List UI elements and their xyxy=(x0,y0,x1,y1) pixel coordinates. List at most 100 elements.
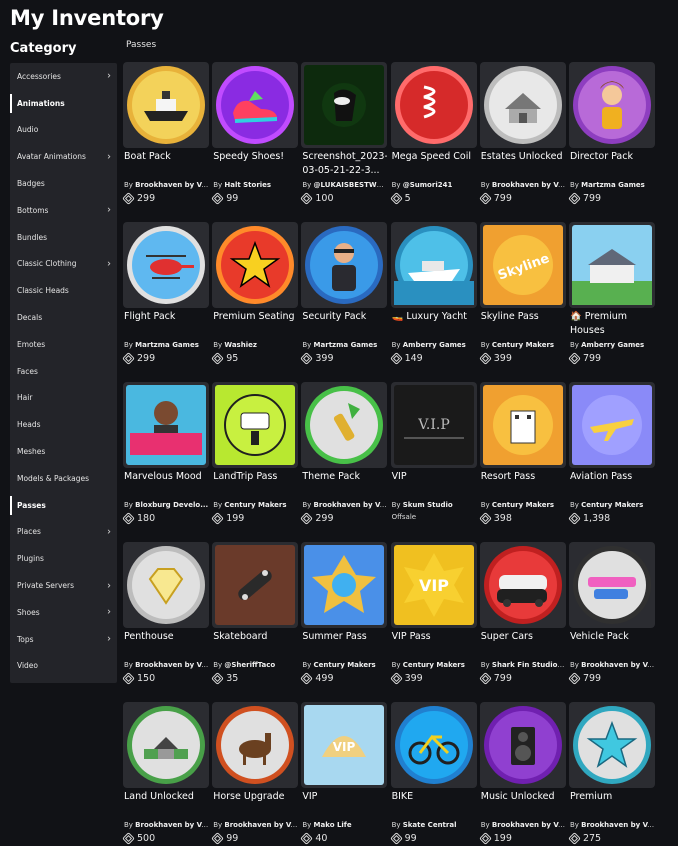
inventory-card[interactable]: Skateboard By @SheriffTaco 35 xyxy=(211,542,299,702)
item-thumbnail[interactable] xyxy=(212,542,299,628)
item-thumbnail[interactable] xyxy=(123,62,209,148)
item-creator[interactable]: By Brookhaven by V... xyxy=(123,660,209,671)
sidebar-item-audio[interactable]: Audio xyxy=(10,117,117,144)
inventory-card[interactable]: Premium By Brookhaven by V... 275 xyxy=(568,702,655,846)
item-creator[interactable]: By Martzma Games xyxy=(301,340,387,351)
inventory-card[interactable]: Screenshot_2023-03-05-21-22-3... By @LUKA… xyxy=(300,62,388,222)
item-thumbnail[interactable] xyxy=(479,702,566,788)
item-name[interactable]: Summer Pass xyxy=(301,630,387,660)
item-creator[interactable]: By @SheriffTaco xyxy=(212,660,298,671)
sidebar-item-bundles[interactable]: Bundles xyxy=(10,224,117,251)
inventory-card[interactable]: Skyline Skyline Pass By Century Makers 399 xyxy=(478,222,566,382)
item-name[interactable]: Director Pack xyxy=(569,150,655,180)
item-creator[interactable]: By Shark Fin Studios... xyxy=(480,660,566,671)
item-creator[interactable]: By Century Makers xyxy=(480,340,566,351)
sidebar-item-plugins[interactable]: Plugins xyxy=(10,545,117,572)
item-name[interactable]: Estates Unlocked xyxy=(480,150,566,180)
item-creator[interactable]: By Mako Life xyxy=(301,820,387,831)
item-name[interactable]: 🏠 Premium Houses xyxy=(569,310,655,340)
inventory-card[interactable]: Resort Pass By Century Makers 398 xyxy=(478,382,566,542)
item-creator[interactable]: By Washiez xyxy=(212,340,298,351)
creator-name[interactable]: Century Makers xyxy=(581,501,643,509)
inventory-card[interactable]: Boat Pack By Brookhaven by V... 299 xyxy=(122,62,209,222)
item-thumbnail[interactable] xyxy=(301,382,388,468)
inventory-card[interactable]: Land Unlocked By Brookhaven by V... 500 xyxy=(122,702,209,846)
item-thumbnail[interactable] xyxy=(212,62,299,148)
sidebar-item-meshes[interactable]: Meshes xyxy=(10,438,117,465)
item-name[interactable]: Land Unlocked xyxy=(123,790,209,820)
item-thumbnail[interactable] xyxy=(212,382,299,468)
creator-name[interactable]: Century Makers xyxy=(492,341,554,349)
inventory-card[interactable]: Mega Speed Coil By @Sumori241 5 xyxy=(389,62,477,222)
item-name[interactable]: Marvelous Mood xyxy=(123,470,209,500)
creator-name[interactable]: Brookhaven by V... xyxy=(492,181,566,189)
item-name[interactable]: Skateboard xyxy=(212,630,298,660)
creator-name[interactable]: Martzma Games xyxy=(581,181,645,189)
item-name[interactable]: Security Pack xyxy=(301,310,387,340)
inventory-card[interactable]: Music Unlocked By Brookhaven by V... 199 xyxy=(478,702,566,846)
sidebar-item-badges[interactable]: Badges xyxy=(10,170,117,197)
item-name[interactable]: Horse Upgrade xyxy=(212,790,298,820)
inventory-card[interactable]: VIP VIP By Mako Life 40 xyxy=(300,702,388,846)
creator-name[interactable]: Century Makers xyxy=(492,501,554,509)
inventory-card[interactable]: VIP VIP Pass By Century Makers 399 xyxy=(389,542,477,702)
item-thumbnail[interactable]: Skyline xyxy=(479,222,566,308)
item-thumbnail[interactable] xyxy=(568,62,655,148)
item-thumbnail[interactable] xyxy=(479,382,566,468)
sidebar-item-models-packages[interactable]: Models & Packages xyxy=(10,465,117,492)
item-creator[interactable]: By Brookhaven by V... xyxy=(123,180,209,191)
item-thumbnail[interactable] xyxy=(390,222,477,308)
creator-name[interactable]: @LUKAISBESTWH... xyxy=(314,181,388,189)
inventory-card[interactable]: Theme Pack By Brookhaven by V... 299 xyxy=(300,382,388,542)
item-creator[interactable]: By Century Makers xyxy=(391,660,477,671)
item-creator[interactable]: By Brookhaven by V... xyxy=(569,660,655,671)
item-thumbnail[interactable] xyxy=(568,382,655,468)
item-name[interactable]: BIKE xyxy=(391,790,477,820)
item-name[interactable]: Penthouse xyxy=(123,630,209,660)
creator-name[interactable]: Century Makers xyxy=(314,661,376,669)
item-name[interactable]: Theme Pack xyxy=(301,470,387,500)
creator-name[interactable]: @Sumori241 xyxy=(403,181,453,189)
sidebar-item-tops[interactable]: Tops › xyxy=(10,626,117,653)
item-creator[interactable]: By Brookhaven by V... xyxy=(123,820,209,831)
sidebar-item-decals[interactable]: Decals xyxy=(10,304,117,331)
item-thumbnail[interactable] xyxy=(568,702,655,788)
creator-name[interactable]: Brookhaven by V... xyxy=(314,501,388,509)
item-thumbnail[interactable] xyxy=(301,62,388,148)
inventory-card[interactable]: Premium Seating By Washiez 95 xyxy=(211,222,299,382)
item-creator[interactable]: By Brookhaven by V... xyxy=(301,500,387,511)
item-thumbnail[interactable]: VIP xyxy=(301,702,388,788)
creator-name[interactable]: Halt Stories xyxy=(224,181,271,189)
item-name[interactable]: Super Cars xyxy=(480,630,566,660)
item-thumbnail[interactable] xyxy=(479,542,566,628)
item-creator[interactable]: By Amberry Games xyxy=(391,340,477,351)
item-name[interactable]: LandTrip Pass xyxy=(212,470,298,500)
item-thumbnail[interactable] xyxy=(568,542,655,628)
inventory-card[interactable]: Marvelous Mood By Bloxburg Develo... 180 xyxy=(122,382,209,542)
inventory-card[interactable]: BIKE By Skate Central 99 xyxy=(389,702,477,846)
inventory-card[interactable]: Estates Unlocked By Brookhaven by V... 799 xyxy=(478,62,566,222)
sidebar-item-passes[interactable]: Passes xyxy=(10,492,117,519)
inventory-card[interactable]: Aviation Pass By Century Makers 1,398 xyxy=(568,382,655,542)
sidebar-item-faces[interactable]: Faces xyxy=(10,358,117,385)
item-creator[interactable]: By Brookhaven by V... xyxy=(212,820,298,831)
item-creator[interactable]: By @LUKAISBESTWH... xyxy=(301,180,387,191)
creator-name[interactable]: Amberry Games xyxy=(581,341,644,349)
item-thumbnail[interactable] xyxy=(212,702,299,788)
item-creator[interactable]: By Brookhaven by V... xyxy=(480,180,566,191)
inventory-card[interactable]: Security Pack By Martzma Games 399 xyxy=(300,222,388,382)
creator-name[interactable]: Brookhaven by V... xyxy=(224,821,298,829)
item-thumbnail[interactable] xyxy=(123,542,209,628)
item-name[interactable]: Premium Seating xyxy=(212,310,298,340)
sidebar-item-bottoms[interactable]: Bottoms › xyxy=(10,197,117,224)
creator-name[interactable]: Brookhaven by V... xyxy=(581,661,655,669)
item-creator[interactable]: By Halt Stories xyxy=(212,180,298,191)
creator-name[interactable]: Skate Central xyxy=(403,821,457,829)
inventory-card[interactable]: Super Cars By Shark Fin Studios... 799 xyxy=(478,542,566,702)
inventory-card[interactable]: Penthouse By Brookhaven by V... 150 xyxy=(122,542,209,702)
item-creator[interactable]: By Amberry Games xyxy=(569,340,655,351)
creator-name[interactable]: Skum Studio xyxy=(403,501,453,509)
item-thumbnail[interactable] xyxy=(301,222,388,308)
item-creator[interactable]: By Martzma Games xyxy=(569,180,655,191)
creator-name[interactable]: Mako Life xyxy=(314,821,352,829)
